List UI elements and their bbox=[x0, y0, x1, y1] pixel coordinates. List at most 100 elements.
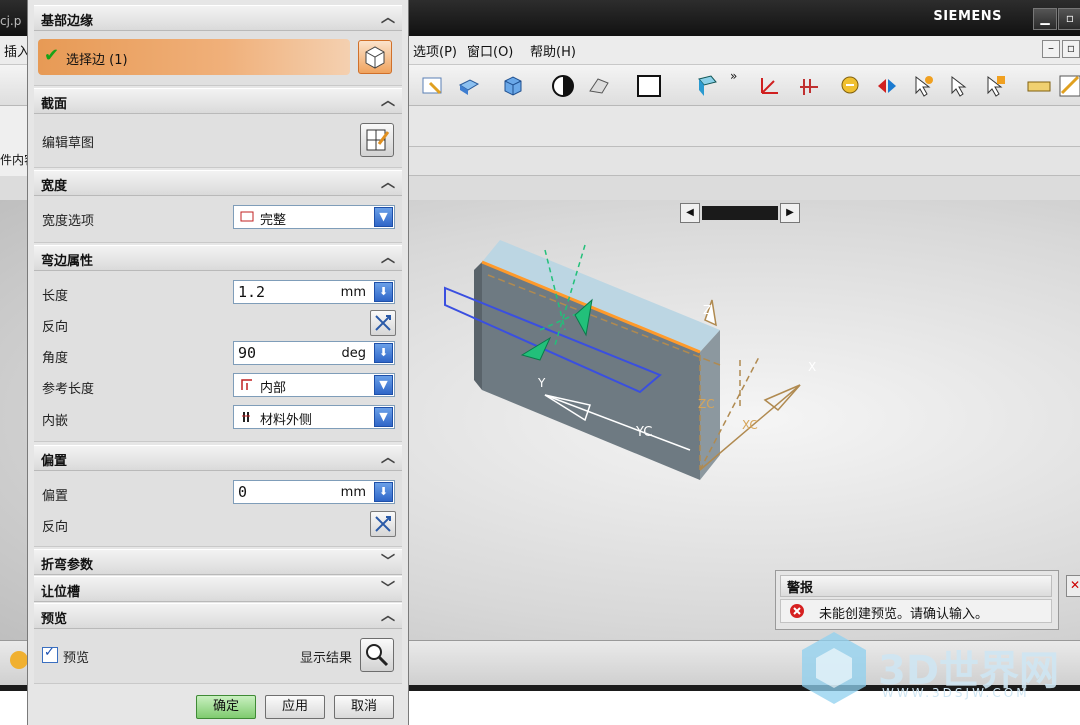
shaded-body-icon[interactable] bbox=[456, 73, 482, 99]
scroll-thumb[interactable] bbox=[702, 206, 778, 220]
selection-icon-1[interactable] bbox=[910, 73, 936, 99]
expand-chevron-icon[interactable]: ﹀ bbox=[378, 579, 398, 599]
toolbar-overflow-icon[interactable]: » bbox=[730, 69, 737, 83]
measure-icon[interactable] bbox=[1026, 73, 1052, 99]
length-input[interactable]: 1.2 mm ⬇ bbox=[233, 280, 395, 304]
doc-minimize-button[interactable]: – bbox=[1042, 40, 1060, 58]
reverse-direction-button[interactable] bbox=[370, 310, 396, 336]
zc-axis-label: ZC bbox=[698, 397, 715, 411]
select-filter-icon[interactable] bbox=[838, 73, 864, 99]
menu-help[interactable]: 帮助(H) bbox=[530, 41, 576, 60]
section-section-header[interactable]: 截面 ︿ bbox=[34, 88, 402, 114]
collapse-chevron-icon[interactable]: ︿ bbox=[378, 606, 398, 626]
section-bend-params-header[interactable]: 折弯参数 ﹀ bbox=[34, 549, 402, 575]
expand-chevron-icon[interactable]: ﹀ bbox=[378, 552, 398, 572]
selection-icon-3[interactable] bbox=[982, 73, 1008, 99]
preview-checkbox-label: 预览 bbox=[63, 651, 90, 666]
status-icon bbox=[10, 651, 28, 669]
watermark-url: WWW.3DSJW.COM bbox=[882, 686, 1030, 700]
snap-point-icon[interactable] bbox=[874, 73, 900, 99]
select-edge-label: 选择边 (1) bbox=[66, 53, 128, 68]
warning-close-button[interactable]: ✕ bbox=[1066, 575, 1080, 597]
edge-display-icon[interactable] bbox=[586, 73, 612, 99]
expression-arrow-icon[interactable]: ⬇ bbox=[374, 482, 393, 502]
show-result-button[interactable] bbox=[360, 638, 394, 672]
scroll-left-button[interactable]: ◀ bbox=[680, 203, 700, 223]
select-edge-bar[interactable]: ✔ 选择边 (1) bbox=[38, 39, 350, 75]
restore-button[interactable]: ▫ bbox=[1058, 8, 1080, 30]
section-preview-title: 预览 bbox=[41, 612, 68, 627]
warning-header: 警报 bbox=[780, 575, 1052, 597]
ruler-icon[interactable] bbox=[1058, 73, 1080, 99]
shading-mode-icon[interactable] bbox=[550, 73, 576, 99]
collapse-chevron-icon[interactable]: ︿ bbox=[378, 8, 398, 28]
minimize-button[interactable]: ▁ bbox=[1033, 8, 1057, 30]
section-offset-header[interactable]: 偏置 ︿ bbox=[34, 445, 402, 471]
expression-arrow-icon[interactable]: ⬇ bbox=[374, 282, 393, 302]
preview-checkbox[interactable]: ✓ bbox=[42, 645, 58, 663]
collapse-chevron-icon[interactable]: ︿ bbox=[378, 448, 398, 468]
section-width-body: 宽度选项 完整 ▼ bbox=[34, 196, 402, 243]
full-width-icon bbox=[240, 211, 254, 222]
watermark-logo-icon bbox=[802, 632, 866, 704]
y-axis-label: Y bbox=[538, 376, 546, 390]
doc-restore-button[interactable]: ▫ bbox=[1062, 40, 1080, 58]
offset-reverse-button[interactable] bbox=[370, 511, 396, 537]
length-value: 1.2 bbox=[238, 283, 266, 301]
dropdown-arrow-icon[interactable]: ▼ bbox=[374, 407, 393, 427]
reverse-icon bbox=[375, 516, 391, 532]
section-flange-props-header[interactable]: 弯边属性 ︿ bbox=[34, 245, 402, 271]
dropdown-arrow-icon[interactable]: ▼ bbox=[374, 207, 393, 227]
menu-options[interactable]: 选项(P) bbox=[413, 41, 457, 60]
cube-select-icon bbox=[365, 46, 385, 69]
edit-sketch-button[interactable] bbox=[360, 123, 394, 157]
collapse-chevron-icon[interactable]: ︿ bbox=[378, 248, 398, 268]
cube-display-icon[interactable] bbox=[500, 73, 526, 99]
reference-length-select[interactable]: 内部 ▼ bbox=[233, 373, 395, 397]
section-flange-props-title: 弯边属性 bbox=[41, 254, 94, 269]
view-scrollbar[interactable]: ◀ ▶ bbox=[680, 203, 800, 223]
warning-message: 未能创建预览。请确认输入。 bbox=[819, 607, 989, 622]
datum-icon[interactable] bbox=[796, 73, 822, 99]
collapse-chevron-icon[interactable]: ︿ bbox=[378, 173, 398, 193]
view-fit-icon[interactable] bbox=[420, 73, 446, 99]
inset-select[interactable]: 材料外侧 ▼ bbox=[233, 405, 395, 429]
csys-icon[interactable] bbox=[756, 73, 782, 99]
reference-length-value: 内部 bbox=[260, 381, 287, 396]
dropdown-arrow-icon[interactable]: ▼ bbox=[374, 375, 393, 395]
ok-button[interactable]: 确定 bbox=[196, 695, 256, 719]
section-offset-body: 偏置 0 mm ⬇ 反向 bbox=[34, 471, 402, 547]
check-icon: ✔ bbox=[44, 45, 60, 66]
orient-view-icon[interactable] bbox=[694, 73, 720, 99]
reverse-icon bbox=[375, 315, 391, 331]
angle-value: 90 bbox=[238, 344, 257, 362]
width-option-select[interactable]: 完整 ▼ bbox=[233, 205, 395, 229]
error-icon bbox=[790, 604, 804, 618]
angle-label: 角度 bbox=[42, 351, 69, 366]
contour-flange-dialog: 基部边缘 ︿ ✔ 选择边 (1) 截面 ︿ 编辑草图 宽度 ︿ 宽度选项 完整 … bbox=[27, 0, 409, 725]
angle-input[interactable]: 90 deg ⬇ bbox=[233, 341, 395, 365]
offset-input[interactable]: 0 mm ⬇ bbox=[233, 480, 395, 504]
section-relief-header[interactable]: 让位槽 ﹀ bbox=[34, 576, 402, 602]
material-outside-icon bbox=[242, 412, 250, 422]
section-preview-header[interactable]: 预览 ︿ bbox=[34, 603, 402, 629]
collapse-chevron-icon[interactable]: ︿ bbox=[378, 91, 398, 111]
section-bend-params-title: 折弯参数 bbox=[41, 558, 94, 573]
section-base-edge-header[interactable]: 基部边缘 ︿ bbox=[34, 5, 402, 31]
yc-axis-label: YC bbox=[636, 425, 653, 440]
apply-button[interactable]: 应用 bbox=[265, 695, 325, 719]
expression-arrow-icon[interactable]: ⬇ bbox=[374, 343, 393, 363]
section-flange-props-body: 长度 1.2 mm ⬇ 反向 角度 90 deg ⬇ 参考长度 内部 ▼ 内嵌 … bbox=[34, 271, 402, 442]
section-width-header[interactable]: 宽度 ︿ bbox=[34, 170, 402, 196]
selection-icon-2[interactable] bbox=[946, 73, 972, 99]
reverse-direction-label: 反向 bbox=[42, 320, 69, 335]
background-color-icon[interactable] bbox=[636, 73, 662, 99]
cancel-button[interactable]: 取消 bbox=[334, 695, 394, 719]
section-section-title: 截面 bbox=[41, 97, 68, 112]
x-axis-label: X bbox=[808, 360, 817, 374]
brand-logo: SIEMENS bbox=[933, 9, 1002, 24]
select-edge-button[interactable] bbox=[358, 40, 392, 74]
file-tab-fragment[interactable]: cj.p bbox=[0, 14, 21, 28]
scroll-right-button[interactable]: ▶ bbox=[780, 203, 800, 223]
menu-window[interactable]: 窗口(O) bbox=[467, 41, 513, 60]
